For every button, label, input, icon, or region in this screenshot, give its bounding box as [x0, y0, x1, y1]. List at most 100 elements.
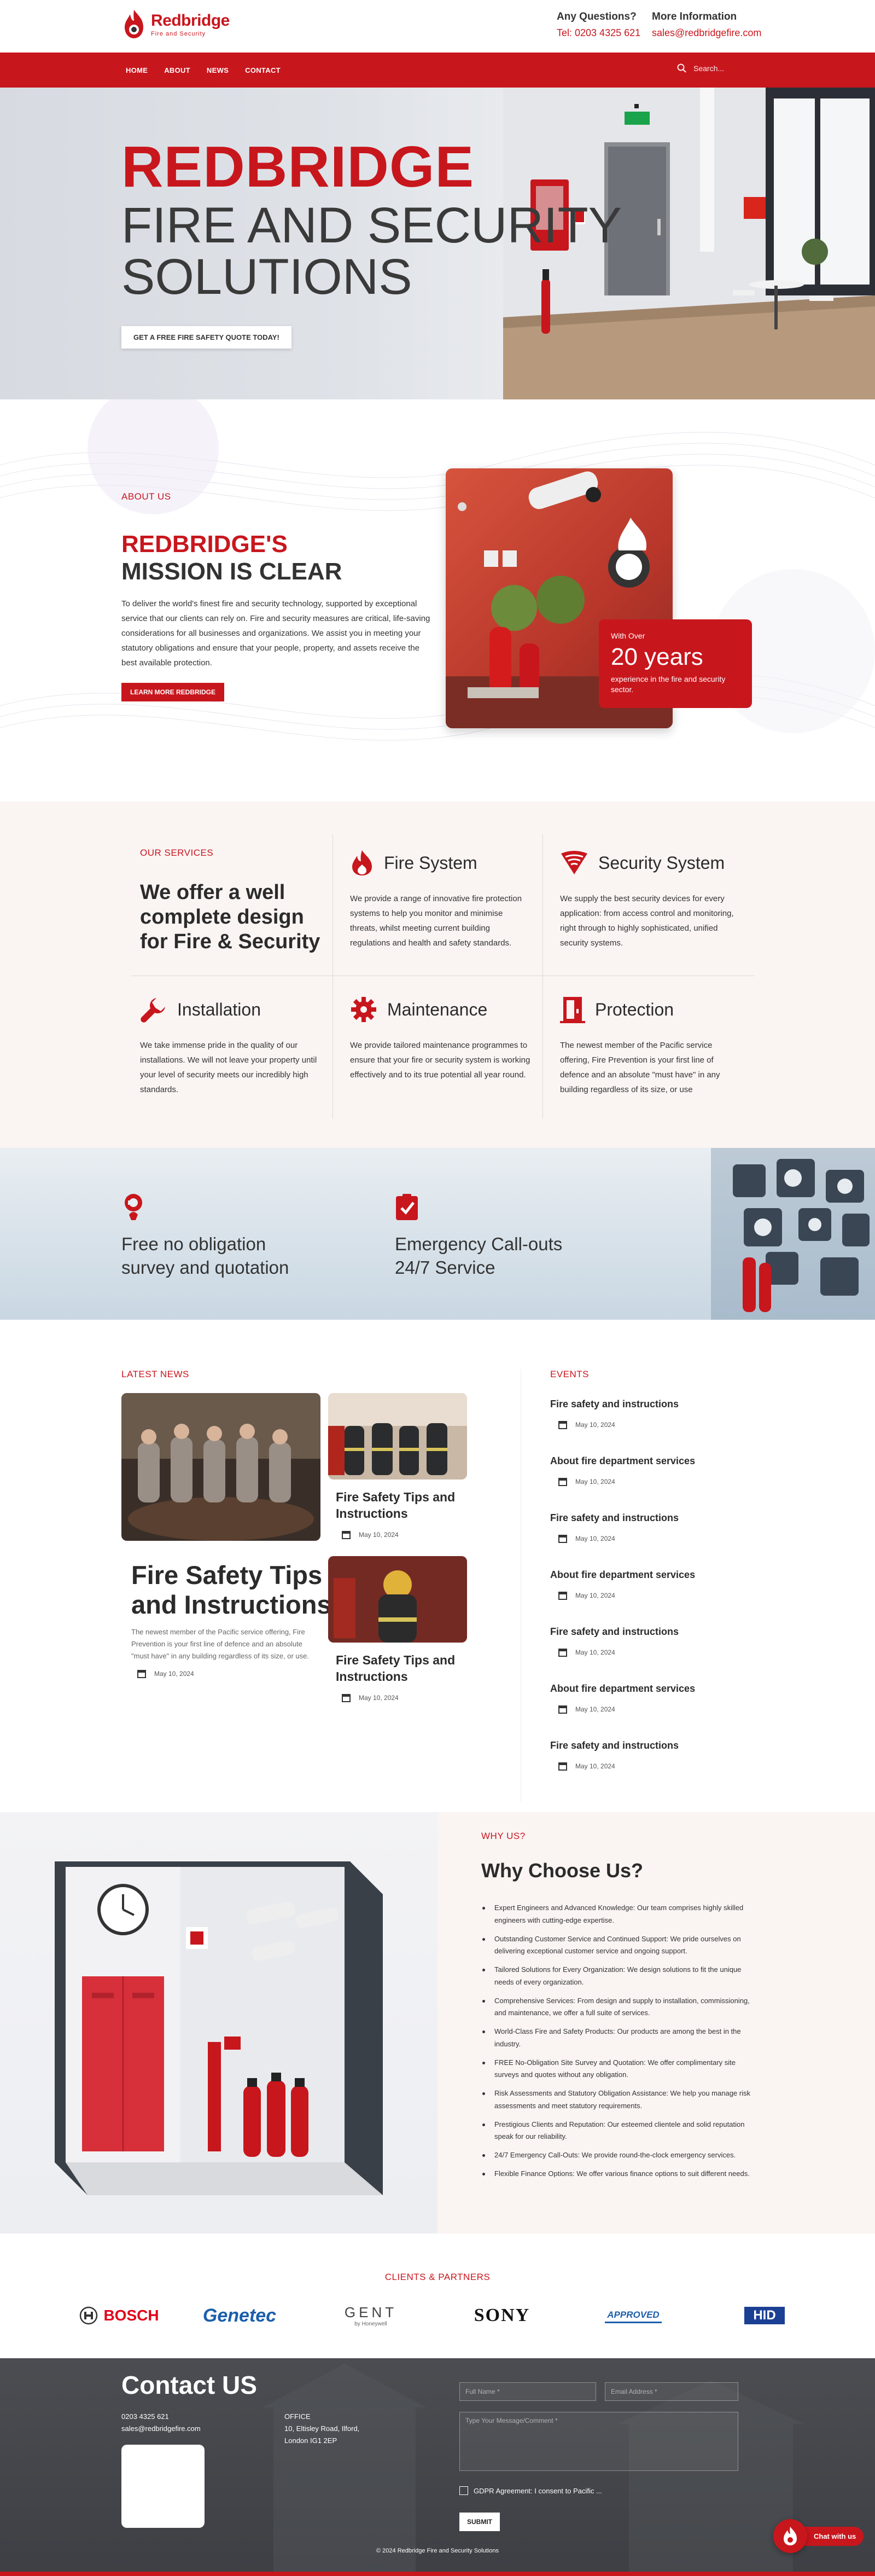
service-fire-system[interactable]: Fire System We provide a range of innova… [350, 846, 530, 950]
event-date: May 10, 2024 [558, 1477, 714, 1487]
service-desc: The newest member of the Pacific service… [560, 1041, 720, 1094]
divider [332, 834, 333, 1119]
why-list-item: Comprehensive Services: From design and … [481, 1995, 755, 2020]
service-security-system[interactable]: Security System We supply the best secur… [560, 846, 740, 950]
logo-name: Redbridge [151, 11, 230, 30]
nav-home[interactable]: HOME [126, 66, 148, 74]
submit-button[interactable]: SUBMIT [459, 2513, 500, 2531]
footer-phone[interactable]: 0203 4325 621 [121, 2411, 201, 2423]
side-news-title-1[interactable]: Fire Safety Tips and Instructions [336, 1489, 472, 1522]
about-section: ABOUT US REDBRIDGE'S MISSION IS CLEAR To… [0, 399, 875, 802]
event-date: May 10, 2024 [558, 1534, 714, 1544]
event-date: May 10, 2024 [558, 1591, 714, 1600]
client-name: Genetec [202, 2305, 277, 2326]
side-news-image-1[interactable] [328, 1393, 467, 1480]
search-box[interactable]: Search... [677, 63, 724, 73]
why-list: Expert Engineers and Advanced Knowledge:… [481, 1902, 755, 2186]
client-logo-gent[interactable]: GENT by Honeywell [316, 2300, 425, 2331]
service-installation[interactable]: Installation We take immense pride in th… [140, 993, 320, 1097]
footer-bottom-bar [0, 2572, 875, 2576]
service-desc: We supply the best security devices for … [560, 894, 734, 948]
footer-email[interactable]: sales@redbridgefire.com [121, 2423, 201, 2435]
service-title: Maintenance [387, 999, 488, 1019]
why-list-item: Outstanding Customer Service and Continu… [481, 1933, 755, 1958]
experience-years: 20 years [611, 643, 703, 670]
client-logo-hid[interactable]: HID [710, 2300, 819, 2331]
date-text: May 10, 2024 [359, 1694, 399, 1702]
calendar-icon [342, 1531, 351, 1539]
client-logo-approved[interactable]: APPROVED [579, 2300, 688, 2331]
event-item[interactable]: About fire department services May 10, 2… [550, 1455, 714, 1487]
gdpr-checkbox[interactable] [459, 2486, 468, 2495]
calendar-icon [558, 1762, 567, 1771]
why-list-item: Risk Assessments and Statutory Obligatio… [481, 2087, 755, 2113]
map-placeholder [121, 2445, 205, 2528]
search-placeholder: Search... [693, 64, 725, 73]
event-item[interactable]: About fire department services May 10, 2… [550, 1569, 714, 1600]
event-date: May 10, 2024 [558, 1704, 714, 1714]
service-maintenance[interactable]: Maintenance We provide tailored maintena… [350, 993, 530, 1082]
date-text: May 10, 2024 [575, 1649, 615, 1656]
email-link[interactable]: sales@redbridgefire.com [652, 27, 761, 39]
event-item[interactable]: About fire department services May 10, 2… [550, 1683, 714, 1714]
client-logo-genetec[interactable]: Genetec [185, 2300, 294, 2331]
service-protection[interactable]: Protection The newest member of the Paci… [560, 993, 740, 1097]
featured-news-image[interactable] [121, 1393, 320, 1541]
service-desc: We take immense pride in the quality of … [140, 1041, 317, 1094]
message-textarea[interactable] [459, 2412, 738, 2471]
why-title: Why Choose Us? [481, 1859, 644, 1882]
free-quote-button[interactable]: GET A FREE FIRE SAFETY QUOTE TODAY! [121, 326, 291, 349]
date-text: May 10, 2024 [575, 1762, 615, 1770]
side-news-title-2[interactable]: Fire Safety Tips and Instructions [336, 1652, 472, 1685]
questions-label: Any Questions? [557, 11, 637, 22]
event-item[interactable]: Fire safety and instructions May 10, 202… [550, 1512, 714, 1544]
about-title-brand: REDBRIDGE'S [121, 531, 288, 558]
learn-more-button[interactable]: LEARN MORE REDBRIDGE [121, 683, 225, 701]
search-icon [677, 63, 686, 73]
why-section: WHY US? Why Choose Us? Expert Engineers … [0, 1812, 875, 2233]
event-title: About fire department services [550, 1683, 696, 1694]
nav-about[interactable]: ABOUT [164, 66, 190, 74]
calendar-icon [558, 1535, 567, 1543]
event-date: May 10, 2024 [558, 1761, 714, 1771]
clients-section: CLIENTS & PARTNERS BOSCH Genetec GENT by… [0, 2233, 875, 2358]
client-logo-sony[interactable]: SONY [447, 2300, 557, 2331]
events-label: EVENTS [550, 1369, 590, 1379]
client-logo-bosch[interactable]: BOSCH [65, 2300, 174, 2331]
flame-icon [352, 850, 372, 875]
logo[interactable]: Redbridge Fire and Security [121, 9, 230, 40]
hero-title-line1: FIRE AND SECURITY [121, 198, 622, 253]
side-news-image-2[interactable] [328, 1556, 467, 1643]
service-title: Fire System [384, 852, 477, 873]
client-subtitle: by Honeywell [354, 2321, 387, 2327]
wrench-icon [141, 998, 165, 1023]
gdpr-consent[interactable]: GDPR Agreement: I consent to Pacific ... [459, 2486, 602, 2495]
featured-news-desc: The newest member of the Pacific service… [131, 1628, 309, 1661]
date-text: May 10, 2024 [575, 1478, 615, 1486]
featured-news-title[interactable]: Fire Safety Tips and Instructions [131, 1560, 339, 1620]
main-nav: HOME ABOUT NEWS CONTACT Search... [0, 53, 875, 88]
event-item[interactable]: Fire safety and instructions May 10, 202… [550, 1399, 714, 1430]
news-label: LATEST NEWS [121, 1369, 189, 1379]
why-label: WHY US? [481, 1831, 526, 1841]
why-list-item: Prestigious Clients and Reputation: Our … [481, 2119, 755, 2144]
security-devices-illustration [711, 1148, 875, 1320]
fire-room-illustration [55, 1861, 383, 2195]
hero: REDBRIDGE FIRE AND SECURITY SOLUTIONS GE… [0, 88, 875, 399]
gdpr-label: GDPR Agreement: I consent to Pacific ... [474, 2486, 602, 2495]
email-input[interactable] [605, 2382, 738, 2401]
event-item[interactable]: Fire safety and instructions May 10, 202… [550, 1740, 714, 1771]
service-desc: We provide a range of innovative fire pr… [350, 894, 522, 948]
event-item[interactable]: Fire safety and instructions May 10, 202… [550, 1626, 714, 1657]
date-text: May 10, 2024 [575, 1705, 615, 1713]
firefighter-photo [328, 1556, 467, 1643]
why-list-item: Flexible Finance Options: We offer vario… [481, 2168, 755, 2180]
full-name-input[interactable] [459, 2382, 596, 2401]
nav-news[interactable]: NEWS [207, 66, 229, 74]
cta-band: Free no obligation survey and quotation … [0, 1148, 875, 1320]
nav-contact[interactable]: CONTACT [245, 66, 281, 74]
service-title: Installation [177, 999, 261, 1019]
phone-link[interactable]: Tel: 0203 4325 621 [557, 27, 640, 39]
why-list-item: World-Class Fire and Safety Products: Ou… [481, 2026, 755, 2051]
date-text: May 10, 2024 [575, 1421, 615, 1429]
